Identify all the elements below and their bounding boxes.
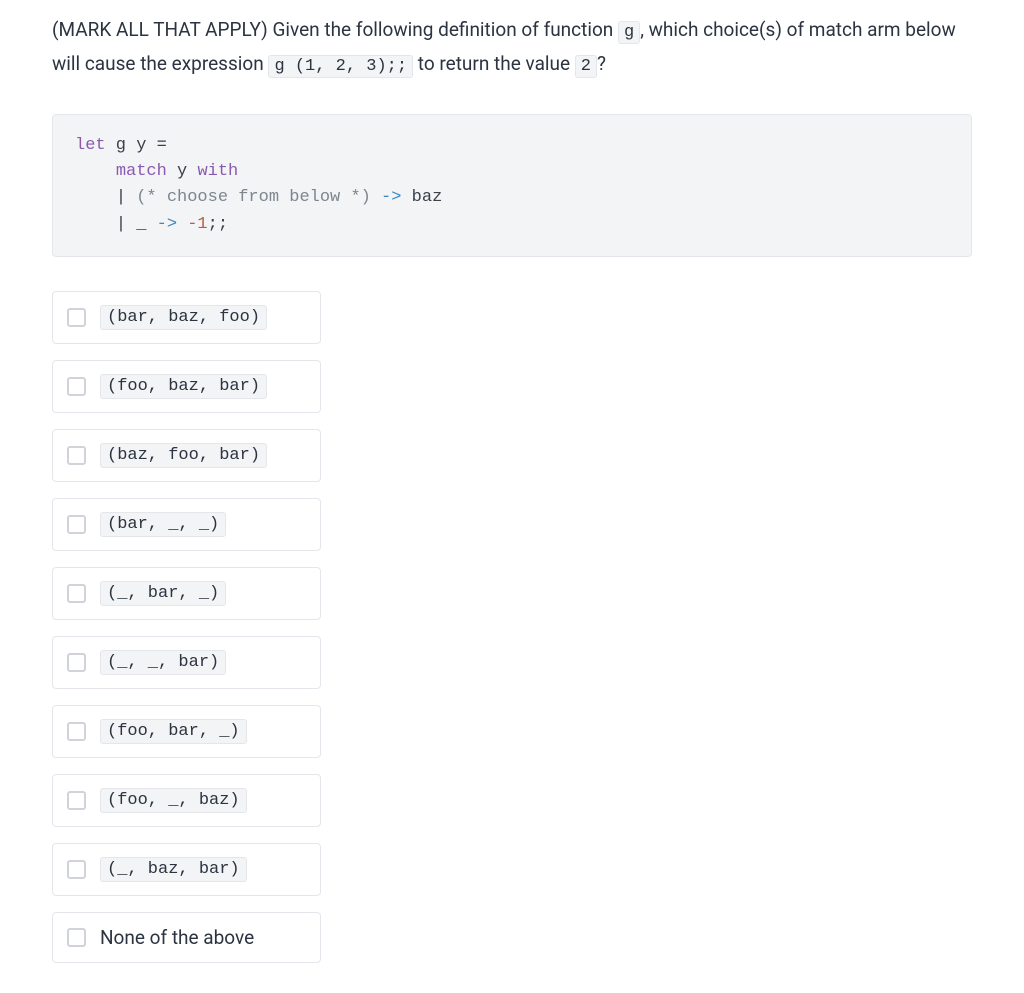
- option-code-label: (foo, bar, _): [100, 719, 247, 744]
- option-row[interactable]: (baz, foo, bar): [52, 429, 321, 482]
- checkbox[interactable]: [67, 653, 86, 672]
- option-code-label: (_, baz, bar): [100, 857, 247, 882]
- option-row[interactable]: (bar, baz, foo): [52, 291, 321, 344]
- option-code-label: (_, bar, _): [100, 581, 226, 606]
- checkbox[interactable]: [67, 584, 86, 603]
- option-plain-label: None of the above: [100, 926, 254, 949]
- options-list: (bar, baz, foo) (foo, baz, bar) (baz, foo,…: [52, 291, 321, 963]
- code-pipe: |: [116, 215, 136, 234]
- option-code-label: (bar, _, _): [100, 512, 226, 537]
- checkbox[interactable]: [67, 791, 86, 810]
- option-code-label: (_, _, bar): [100, 650, 226, 675]
- checkbox[interactable]: [67, 722, 86, 741]
- code-arrow: ->: [371, 188, 412, 207]
- code-indent: [75, 188, 116, 207]
- code-text: g y =: [106, 136, 167, 155]
- code-semi: ;;: [208, 215, 228, 234]
- option-row[interactable]: (foo, baz, bar): [52, 360, 321, 413]
- option-row[interactable]: (_, baz, bar): [52, 843, 321, 896]
- inline-code-expr: g (1, 2, 3);;: [268, 55, 413, 78]
- question-text-part: (MARK ALL THAT APPLY) Given the followin…: [52, 18, 618, 41]
- option-code-label: (foo, baz, bar): [100, 374, 267, 399]
- option-row[interactable]: (foo, _, baz): [52, 774, 321, 827]
- code-indent: [75, 215, 116, 234]
- inline-code-g: g: [618, 21, 640, 44]
- code-comment: (* choose from below *): [136, 188, 371, 207]
- question-prompt: (MARK ALL THAT APPLY) Given the followin…: [52, 14, 972, 82]
- question-container: (MARK ALL THAT APPLY) Given the followin…: [0, 0, 1024, 993]
- option-row[interactable]: (foo, bar, _): [52, 705, 321, 758]
- checkbox[interactable]: [67, 515, 86, 534]
- code-indent: [75, 162, 116, 181]
- code-underscore: _: [136, 215, 146, 234]
- keyword-let: let: [75, 136, 106, 155]
- code-text: y: [167, 162, 198, 181]
- code-block: let g y = match y with | (* choose from …: [52, 114, 972, 257]
- checkbox[interactable]: [67, 928, 86, 947]
- option-row[interactable]: (_, bar, _): [52, 567, 321, 620]
- code-arrow: ->: [146, 215, 187, 234]
- option-code-label: (baz, foo, bar): [100, 443, 267, 468]
- checkbox[interactable]: [67, 308, 86, 327]
- checkbox[interactable]: [67, 860, 86, 879]
- option-row[interactable]: None of the above: [52, 912, 321, 963]
- code-pipe: |: [116, 188, 136, 207]
- option-row[interactable]: (bar, _, _): [52, 498, 321, 551]
- option-row[interactable]: (_, _, bar): [52, 636, 321, 689]
- question-text-part: to return the value: [413, 52, 575, 75]
- code-text: baz: [412, 188, 443, 207]
- keyword-with: with: [197, 162, 238, 181]
- option-code-label: (bar, baz, foo): [100, 305, 267, 330]
- code-number: -1: [187, 215, 207, 234]
- option-code-label: (foo, _, baz): [100, 788, 247, 813]
- inline-code-result: 2: [575, 55, 597, 78]
- keyword-match: match: [116, 162, 167, 181]
- checkbox[interactable]: [67, 377, 86, 396]
- question-text-part: ?: [597, 52, 606, 75]
- checkbox[interactable]: [67, 446, 86, 465]
